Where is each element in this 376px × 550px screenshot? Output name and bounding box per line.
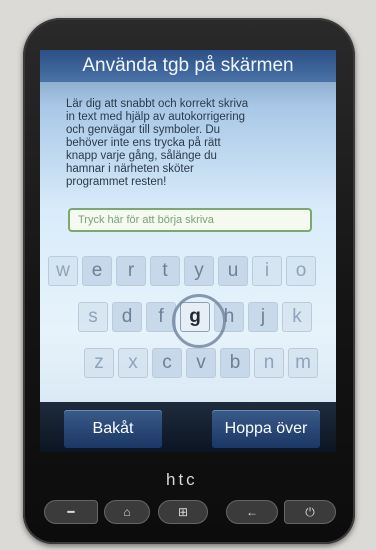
key-r[interactable]: r <box>116 256 146 286</box>
skip-button[interactable]: Hoppa över <box>212 410 320 448</box>
back-button[interactable]: Bakåt <box>64 410 162 448</box>
power-icon: ⏻ <box>305 505 315 519</box>
phone-icon: ━ <box>67 505 75 519</box>
key-z[interactable]: z <box>84 348 114 378</box>
call-button[interactable]: ━ <box>44 500 98 524</box>
key-o[interactable]: o <box>286 256 316 286</box>
windows-button[interactable]: ⊞ <box>158 500 208 524</box>
key-d[interactable]: d <box>112 302 142 332</box>
key-i[interactable]: i <box>252 256 282 286</box>
screen-title: Använda tgb på skärmen <box>40 50 336 82</box>
key-e[interactable]: e <box>82 256 112 286</box>
touch-target-ring <box>172 294 226 348</box>
bottom-bar: Bakåt Hoppa över <box>40 402 336 452</box>
key-u[interactable]: u <box>218 256 248 286</box>
end-call-button[interactable]: ⏻ <box>284 500 336 524</box>
home-button[interactable]: ⌂ <box>104 500 150 524</box>
typing-input[interactable]: Tryck här för att börja skriva <box>68 208 312 232</box>
key-t[interactable]: t <box>150 256 180 286</box>
key-c[interactable]: c <box>152 348 182 378</box>
key-w[interactable]: w <box>48 256 78 286</box>
key-m[interactable]: m <box>288 348 318 378</box>
brand-logo: htc <box>166 470 198 489</box>
back-hw-button[interactable]: ← <box>226 500 278 524</box>
intro-text: Lär dig att snabbt och korrekt skriva in… <box>66 98 249 188</box>
phone-screen: Använda tgb på skärmen Lär dig att snabb… <box>40 50 336 452</box>
key-b[interactable]: b <box>220 348 250 378</box>
key-v[interactable]: v <box>186 348 216 378</box>
key-k[interactable]: k <box>282 302 312 332</box>
key-y[interactable]: y <box>184 256 214 286</box>
key-s[interactable]: s <box>78 302 108 332</box>
key-x[interactable]: x <box>118 348 148 378</box>
key-n[interactable]: n <box>254 348 284 378</box>
virtual-keyboard: w e r t y u i o s d f g h j k z x c v b … <box>40 250 336 380</box>
key-j[interactable]: j <box>248 302 278 332</box>
home-icon: ⌂ <box>123 505 131 519</box>
back-arrow-icon: ← <box>246 505 258 519</box>
windows-icon: ⊞ <box>177 505 189 519</box>
